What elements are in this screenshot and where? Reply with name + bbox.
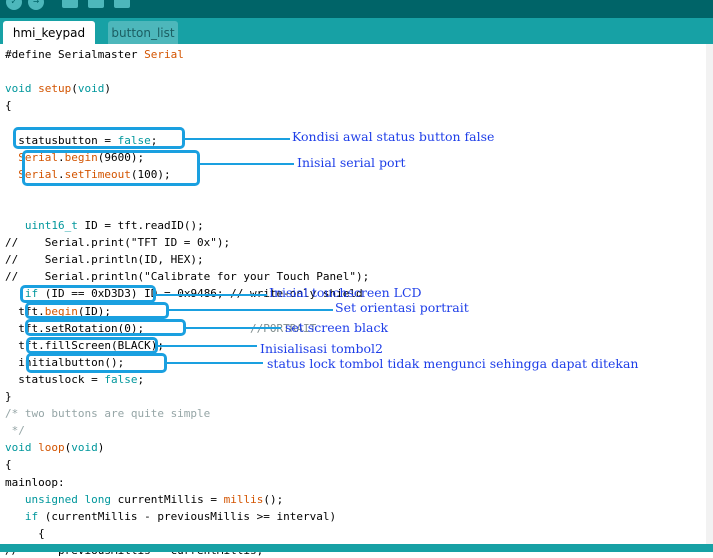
open-sketch-icon[interactable] xyxy=(88,0,104,8)
annot-touchscreen: Inisial touchscreen LCD xyxy=(269,285,422,300)
annot-tombol2: Inisialisasi tombol2 xyxy=(260,341,383,356)
code-token: loop xyxy=(38,441,65,455)
code-token: { xyxy=(5,458,12,472)
code-token: // Serial.println(ID, HEX); xyxy=(5,253,204,267)
code-line: */ xyxy=(5,424,25,438)
code-token: { xyxy=(5,99,12,113)
code-line: { xyxy=(5,99,12,113)
annotation-connector xyxy=(158,345,257,347)
code-token: ( xyxy=(71,82,78,96)
code-token: (currentMillis - previousMillis >= inter… xyxy=(38,509,337,523)
code-token: long xyxy=(84,492,111,506)
code-line: // Serial.println(ID, HEX); xyxy=(5,253,204,267)
code-token: if xyxy=(24,509,39,523)
annot-status-lock: status lock tombol tidak mengunci sehing… xyxy=(267,356,639,371)
code-line: } xyxy=(5,390,12,404)
code-token: */ xyxy=(5,424,25,438)
code-token: void xyxy=(71,441,98,455)
annotation-connector xyxy=(186,327,281,329)
annot-serial-port: Inisial serial port xyxy=(297,155,406,170)
tab-hmi-keypad[interactable]: hmi_keypad xyxy=(3,21,95,44)
code-line: #define Serialmaster Serial xyxy=(5,48,184,62)
highlight-initialbutton xyxy=(26,337,158,354)
code-line: uint16_t ID = tft.readID(); xyxy=(5,219,204,233)
highlight-set-rotation xyxy=(25,302,169,319)
highlight-serial xyxy=(22,150,200,186)
code-token: #define Serialmaster xyxy=(5,48,145,61)
code-token: unsigned xyxy=(24,492,78,506)
code-line: { xyxy=(5,458,12,472)
code-token: millis xyxy=(223,492,264,506)
code-line: unsigned long currentMillis = millis(); xyxy=(5,493,283,507)
highlight-statuslock xyxy=(26,353,167,373)
highlight-statusbutton xyxy=(13,127,185,149)
annotation-connector xyxy=(167,362,263,364)
highlight-fill-screen xyxy=(25,319,186,336)
code-line: statuslock = false; xyxy=(5,373,144,387)
verify-icon[interactable]: ✓ xyxy=(6,0,22,10)
code-token: ) xyxy=(104,82,111,96)
code-token: statuslock = xyxy=(5,372,105,386)
code-token: setup xyxy=(38,82,72,96)
upload-icon[interactable]: → xyxy=(28,0,44,10)
code-token: // Serial.print("TFT ID = 0x"); xyxy=(5,236,231,250)
tab-bar: hmi_keypad button_list xyxy=(0,18,713,44)
toolbar: ✓ → xyxy=(0,0,713,18)
annotation-connector xyxy=(185,138,290,140)
annot-status-button: Kondisi awal status button false xyxy=(292,129,495,144)
code-token: mainloop: xyxy=(5,475,65,489)
annotation-connector xyxy=(200,163,294,165)
code-line: /* two buttons are quite simple xyxy=(5,407,210,421)
save-sketch-icon[interactable] xyxy=(114,0,130,8)
highlight-tft-begin xyxy=(20,285,156,303)
code-token: ID = tft.readID(); xyxy=(77,219,204,232)
annot-screen-black: set screen black xyxy=(285,320,389,335)
code-token: currentMillis = xyxy=(110,492,224,506)
code-token: (); xyxy=(263,492,284,506)
code-line: void setup(void) xyxy=(5,82,111,96)
code-token: uint16_t xyxy=(24,219,78,232)
code-line: if (currentMillis - previousMillis >= in… xyxy=(5,510,336,524)
code-token: { xyxy=(5,526,45,540)
code-line: // Serial.print("TFT ID = 0x"); xyxy=(5,236,230,250)
annotation-connector xyxy=(169,309,333,311)
code-token: Serial xyxy=(144,48,184,61)
code-line: { xyxy=(5,527,45,541)
code-token: ; xyxy=(137,372,145,386)
code-line: void loop(void) xyxy=(5,441,104,455)
code-line: // Serial.println("Calibrate for your To… xyxy=(5,270,369,284)
vertical-scrollbar[interactable] xyxy=(706,44,713,544)
code-token: /* two buttons are quite simple xyxy=(5,407,211,421)
code-token: false xyxy=(104,372,138,386)
code-token: void xyxy=(77,82,105,96)
code-token: void xyxy=(5,82,32,96)
tab-button-list[interactable]: button_list xyxy=(108,21,178,44)
code-token: ) xyxy=(97,441,105,455)
code-token: // Serial.println("Calibrate for your To… xyxy=(5,270,370,284)
status-strip xyxy=(0,544,713,552)
annotation-connector xyxy=(156,294,267,296)
code-token: } xyxy=(5,390,12,403)
code-line: mainloop: xyxy=(5,476,65,490)
annot-portrait: Set orientasi portrait xyxy=(335,300,469,315)
code-token: void xyxy=(5,441,32,455)
new-sketch-icon[interactable] xyxy=(62,0,78,8)
